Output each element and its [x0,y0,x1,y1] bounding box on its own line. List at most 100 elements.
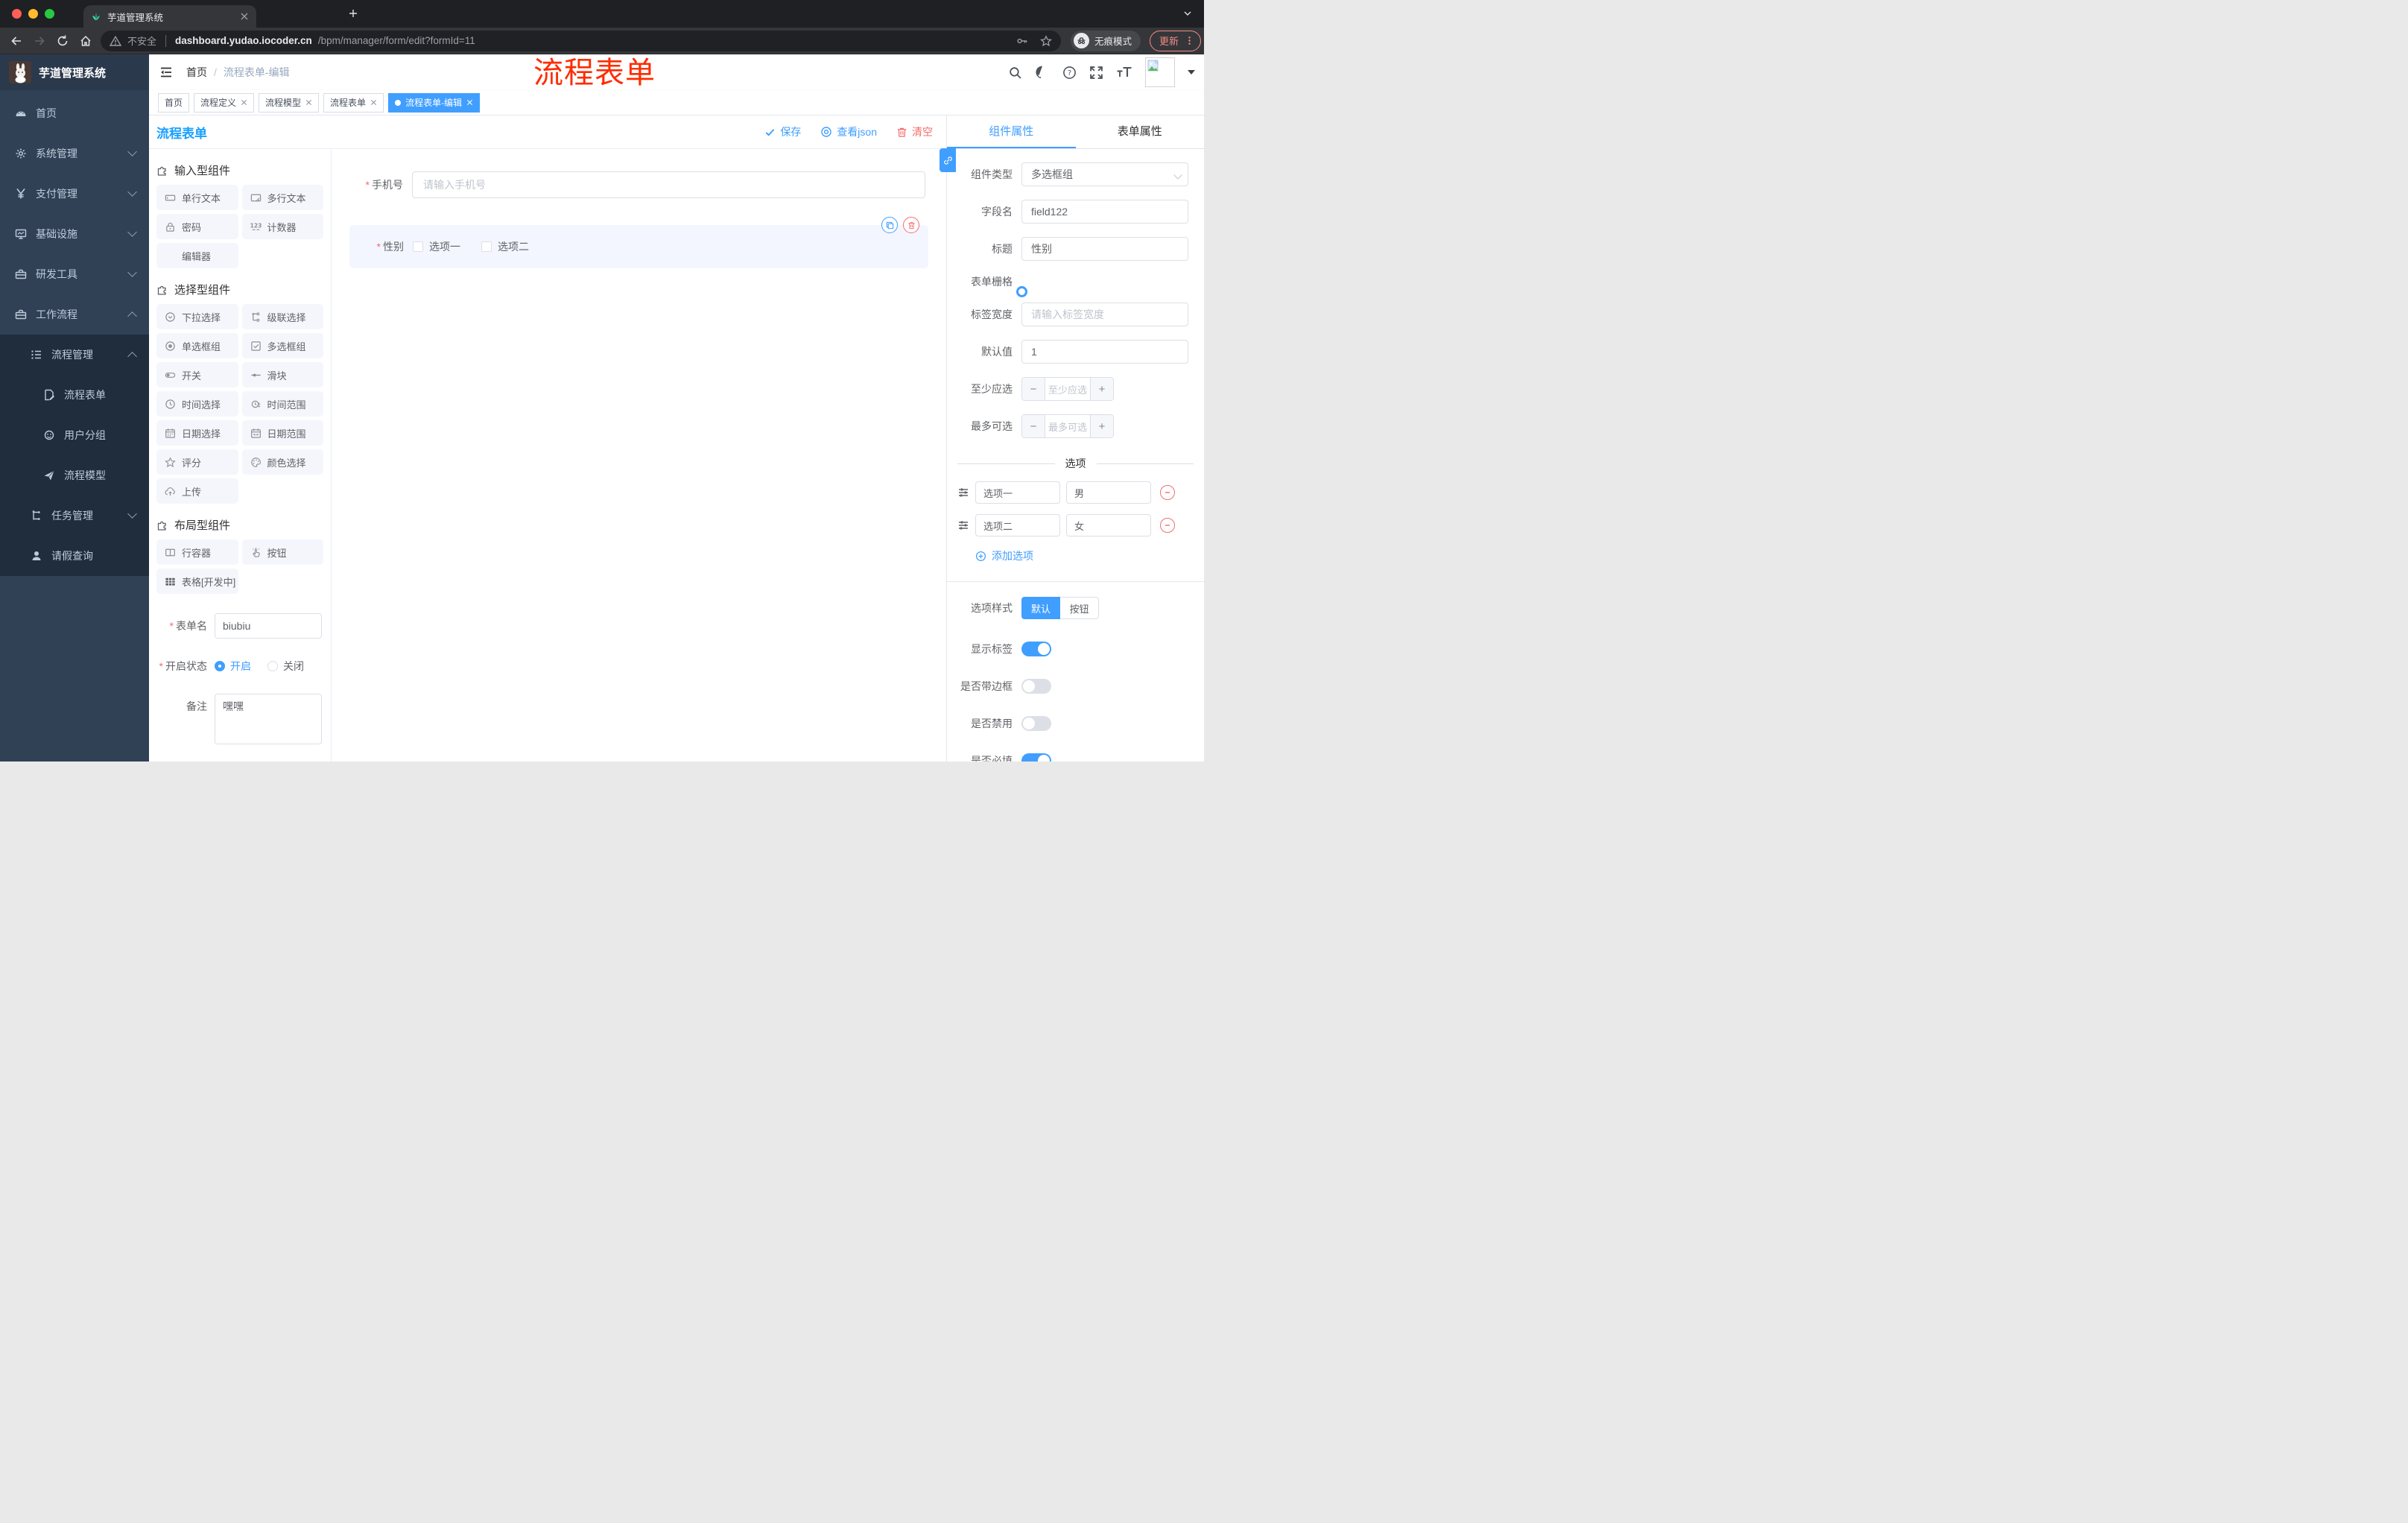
panel-link-handle[interactable] [940,148,956,172]
canvas-field-gender-selected[interactable]: * 性别 选项一 选项二 [349,217,928,268]
sidebar-item-leave-query[interactable]: 请假查询 [0,536,149,576]
breadcrumb-home[interactable]: 首页 [186,65,207,80]
gender-option-2[interactable]: 选项二 [481,239,529,254]
remove-option-button[interactable] [1160,485,1175,500]
security-label[interactable]: 不安全 [127,34,156,48]
component-rate[interactable]: 评分 [156,449,238,475]
component-switch[interactable]: 开关 [156,362,238,387]
decrease-button[interactable]: − [1022,415,1045,437]
remove-option-button[interactable] [1160,518,1175,533]
component-time-picker[interactable]: 时间选择 [156,391,238,417]
form-name-input[interactable] [215,613,322,639]
browser-tab[interactable]: 芋道管理系统 [83,5,256,28]
option-value-input[interactable] [1066,514,1151,536]
url-path[interactable]: /bpm/manager/form/edit?formId=11 [318,35,475,46]
new-tab-button[interactable] [347,7,359,19]
url-host[interactable]: dashboard.yudao.iocoder.cn [175,35,312,46]
github-icon[interactable] [1035,65,1050,80]
component-row-container[interactable]: 行容器 [156,539,238,565]
sidebar-item-workflow[interactable]: 工作流程 [0,294,149,335]
tab-component-props[interactable]: 组件属性 [947,115,1076,148]
component-date-picker[interactable]: 日期选择 [156,420,238,446]
tab-close-icon[interactable] [240,12,249,21]
sidebar-item-devtools[interactable]: 研发工具 [0,254,149,294]
component-single-line-text[interactable]: 单行文本 [156,185,238,210]
sidebar-item-process-form[interactable]: 流程表单 [0,375,149,415]
show-label-toggle[interactable] [1021,642,1051,656]
component-radio-group[interactable]: 单选框组 [156,333,238,358]
component-slider[interactable]: 滑块 [241,362,323,387]
tag-home[interactable]: 首页 [158,92,190,113]
title-input[interactable] [1021,237,1188,261]
tag-process-model[interactable]: 流程模型 [259,92,320,113]
sidebar-item-task-management[interactable]: 任务管理 [0,495,149,536]
checkbox-unchecked-icon[interactable] [413,241,423,252]
add-option-button[interactable]: 添加选项 [975,548,1204,563]
avatar-caret-icon[interactable] [1188,70,1195,75]
search-icon[interactable] [1008,66,1022,80]
disabled-toggle[interactable] [1021,716,1051,731]
component-multi-line-text[interactable]: 多行文本 [241,185,323,210]
minimize-window-button[interactable] [28,9,38,19]
tag-process-form-edit[interactable]: 流程表单-编辑 [388,92,481,113]
status-radio-on[interactable]: 开启 [215,659,251,674]
sidebar-logo[interactable]: 芋道管理系统 [0,54,149,90]
update-label[interactable]: 更新 [1159,34,1179,48]
required-toggle[interactable] [1021,753,1051,762]
component-type-select[interactable] [1021,162,1188,186]
maximize-window-button[interactable] [45,9,54,19]
sidebar-item-home[interactable]: 首页 [0,93,149,133]
default-value-input[interactable] [1021,340,1188,364]
avatar[interactable] [1145,57,1175,87]
close-icon[interactable] [305,99,312,106]
label-width-input[interactable] [1021,303,1188,326]
sidebar-fold-icon[interactable] [159,66,173,79]
component-select[interactable]: 下拉选择 [156,304,238,329]
component-counter[interactable]: 123 计数器 [241,214,323,239]
checkbox-unchecked-icon[interactable] [481,241,492,252]
close-icon[interactable] [241,99,247,106]
save-button[interactable]: 保存 [764,124,801,139]
reload-icon[interactable] [56,34,69,48]
address-bar[interactable]: 不安全 dashboard.yudao.iocoder.cn /bpm/mana… [101,30,1061,51]
gender-option-1[interactable]: 选项一 [413,239,460,254]
option-label-input[interactable] [975,514,1060,536]
sidebar-item-system[interactable]: 系统管理 [0,133,149,174]
status-radio-off[interactable]: 关闭 [267,659,304,674]
form-canvas[interactable]: *手机号 *性别 选项一 选项二 [332,149,946,762]
drag-handle-icon[interactable] [957,519,969,531]
min-select-value[interactable]: 至少应选 [1045,378,1091,400]
password-key-icon[interactable] [1016,35,1028,47]
sidebar-item-payment[interactable]: 支付管理 [0,174,149,214]
component-editor[interactable]: 编辑器 [156,243,238,268]
component-button[interactable]: 按钮 [241,539,323,565]
browser-update-button[interactable]: 更新 [1150,30,1202,51]
kebab-menu-icon[interactable] [1185,36,1194,45]
component-checkbox-group[interactable]: 多选框组 [241,333,323,358]
help-icon[interactable]: ? [1062,66,1077,80]
close-icon[interactable] [466,99,473,106]
delete-field-button[interactable] [903,217,919,233]
view-json-button[interactable]: 查看json [820,124,877,139]
component-table-dev[interactable]: 表格[开发中] [156,569,238,594]
component-upload[interactable]: 上传 [156,478,238,504]
style-default-button[interactable]: 默认 [1021,597,1060,619]
tag-process-form[interactable]: 流程表单 [323,92,384,113]
component-password[interactable]: 密码 [156,214,238,239]
option-value-input[interactable] [1066,481,1151,504]
copy-field-button[interactable] [881,217,898,233]
max-select-value[interactable]: 最多可选 [1045,415,1091,437]
slider-handle[interactable] [1016,286,1027,297]
style-button-button[interactable]: 按钮 [1060,597,1099,619]
clear-button[interactable]: 清空 [896,124,933,139]
component-color-picker[interactable]: 颜色选择 [241,449,323,475]
bookmark-star-icon[interactable] [1040,34,1052,47]
back-icon[interactable] [10,34,23,48]
fullscreen-icon[interactable] [1089,66,1103,80]
phone-input[interactable] [412,171,925,198]
decrease-button[interactable]: − [1022,378,1045,400]
sidebar-item-process-management[interactable]: 流程管理 [0,335,149,375]
sidebar-item-process-model[interactable]: 流程模型 [0,455,149,495]
border-toggle[interactable] [1021,679,1051,694]
close-window-button[interactable] [12,9,22,19]
